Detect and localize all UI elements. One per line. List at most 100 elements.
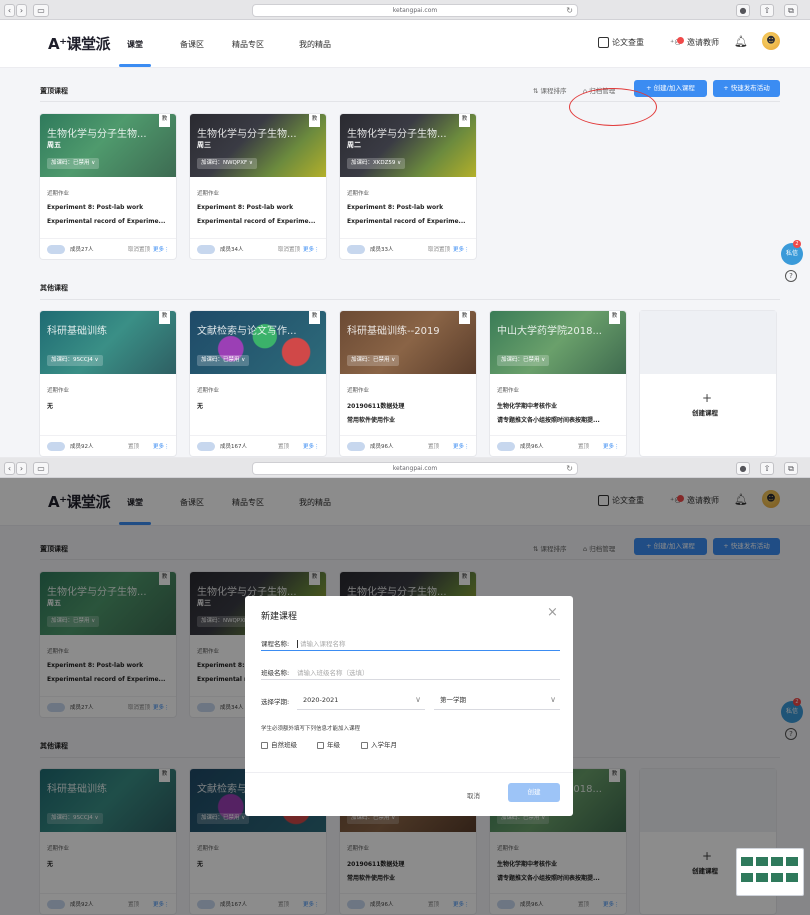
- member-count[interactable]: 成员34人: [220, 245, 244, 253]
- more-button[interactable]: 更多⋮: [303, 245, 320, 253]
- course-code-dropdown[interactable]: 加课码：已禁用 ∨: [347, 355, 400, 366]
- sort-courses-button[interactable]: ⇅ 课程排序: [533, 85, 567, 95]
- unpin-button[interactable]: 取消置顶: [428, 245, 450, 253]
- class-name-input[interactable]: 请输入班级名称（选填）: [297, 667, 369, 677]
- create-course-card[interactable]: + 创建课程: [640, 311, 776, 456]
- forward-button[interactable]: ›: [16, 4, 27, 17]
- homework-item[interactable]: 请专题推文各小组按照时间表按期提...: [497, 415, 621, 424]
- member-avatars: [347, 442, 365, 451]
- course-card[interactable]: 文献检索与论文写作... 加课码：已禁用 ∨ 教 近期作业 无 成员167人 置…: [190, 311, 326, 456]
- homework-item[interactable]: 20190611数据处理: [347, 401, 404, 410]
- course-code-dropdown[interactable]: 加课码：已禁用 ∨: [47, 158, 100, 169]
- member-avatars: [497, 442, 515, 451]
- homework-item[interactable]: Experiment 8: Post-lab work: [47, 204, 143, 211]
- course-card[interactable]: 生物化学与分子生物... 周五 加课码：已禁用 ∨ 教 近期作业 Experim…: [40, 114, 176, 259]
- cancel-button[interactable]: 取消: [467, 790, 480, 800]
- more-button[interactable]: 更多⋮: [453, 442, 470, 450]
- forward-button[interactable]: ›: [16, 462, 27, 475]
- member-count[interactable]: 成员167人: [220, 442, 247, 450]
- nav-item-classroom[interactable]: 课堂: [127, 39, 143, 50]
- course-code-dropdown[interactable]: 加课码：已禁用 ∨: [497, 355, 550, 366]
- sidebar-toggle-button[interactable]: ▭: [33, 462, 49, 475]
- more-button[interactable]: 更多⋮: [603, 442, 620, 450]
- homework-item[interactable]: Experimental record of Experime...: [197, 218, 321, 225]
- course-name-input[interactable]: 请输入课程名称: [297, 638, 346, 648]
- pin-button[interactable]: 置顶: [278, 442, 289, 450]
- homework-item[interactable]: 无: [197, 401, 203, 410]
- quick-publish-button[interactable]: + 快速发布活动: [713, 80, 780, 97]
- course-card[interactable]: 生物化学与分子生物... 周二 加课码：XKDZ59 ∨ 教 近期作业 Expe…: [340, 114, 476, 259]
- checkbox-enroll-date[interactable]: 入学年月: [361, 739, 397, 749]
- more-button[interactable]: 更多⋮: [153, 442, 170, 450]
- unpin-button[interactable]: 取消置顶: [128, 245, 150, 253]
- course-card[interactable]: 生物化学与分子生物... 周三 加课码：NWQPXF ∨ 教 近期作业 Expe…: [190, 114, 326, 259]
- tabs-icon[interactable]: ⧉: [784, 4, 798, 17]
- site-logo[interactable]: A⁺课堂派: [48, 33, 111, 54]
- recent-homework-label: 近期作业: [347, 388, 370, 394]
- nav-item-premium[interactable]: 精品专区: [232, 39, 264, 50]
- member-count[interactable]: 成员27人: [70, 245, 94, 253]
- role-badge: 教: [459, 311, 470, 324]
- download-icon[interactable]: ●: [736, 4, 750, 17]
- reload-icon[interactable]: ↻: [566, 5, 573, 16]
- course-code-dropdown[interactable]: 加课码：已禁用 ∨: [197, 355, 250, 366]
- bell-icon[interactable]: 🔔︎: [734, 35, 748, 48]
- sidebar-toggle-button[interactable]: ▭: [33, 4, 49, 17]
- close-icon[interactable]: ×: [547, 605, 558, 620]
- semester-select[interactable]: 第一学期 ∨: [434, 693, 560, 710]
- member-count[interactable]: 成员96人: [520, 442, 544, 450]
- share-icon[interactable]: ⇧: [760, 462, 774, 475]
- year-select[interactable]: 2020-2021 ∨: [297, 693, 425, 710]
- address-bar[interactable]: ketangpai.com ↻: [252, 4, 578, 17]
- more-button[interactable]: 更多⋮: [303, 442, 320, 450]
- share-icon[interactable]: ⇧: [760, 4, 774, 17]
- checkbox-grade[interactable]: 年级: [317, 739, 340, 749]
- class-name-underline: [261, 679, 560, 680]
- homework-item[interactable]: 生物化学期中考核作业: [497, 401, 557, 410]
- screenshot-thumbnail[interactable]: [736, 848, 804, 896]
- course-code-dropdown[interactable]: 加课码：9SCCJ4 ∨: [47, 355, 103, 366]
- member-count[interactable]: 成员92人: [70, 442, 94, 450]
- nav-active-indicator: [119, 64, 151, 67]
- address-bar[interactable]: ketangpai.com ↻: [252, 462, 578, 475]
- homework-item[interactable]: Experimental record of Experime...: [47, 218, 171, 225]
- sort-label: 课程排序: [540, 87, 567, 95]
- unpin-button[interactable]: 取消置顶: [278, 245, 300, 253]
- year-value: 2020-2021: [303, 696, 339, 704]
- more-button[interactable]: 更多⋮: [453, 245, 470, 253]
- paper-check-link[interactable]: 论文查重: [598, 37, 644, 48]
- create-button[interactable]: 创建: [508, 783, 560, 802]
- reload-icon[interactable]: ↻: [566, 463, 573, 474]
- member-count[interactable]: 成员96人: [370, 442, 394, 450]
- course-title: 生物化学与分子生物...: [197, 129, 297, 140]
- checkbox-natural-class[interactable]: 自然班级: [261, 739, 297, 749]
- homework-item[interactable]: 常用软件使用作业: [347, 415, 471, 424]
- text-caret: [297, 640, 298, 648]
- pin-button[interactable]: 置顶: [428, 442, 439, 450]
- nav-item-my-premium[interactable]: 我的精品: [299, 39, 331, 50]
- course-code-dropdown[interactable]: 加课码：NWQPXF ∨: [197, 158, 257, 169]
- nav-item-prep[interactable]: 备课区: [180, 39, 204, 50]
- pin-button[interactable]: 置顶: [578, 442, 589, 450]
- more-button[interactable]: 更多⋮: [153, 245, 170, 253]
- homework-item[interactable]: Experiment 8: Post-lab work: [347, 204, 443, 211]
- avatar[interactable]: ☻: [762, 32, 780, 50]
- pin-button[interactable]: 置顶: [128, 442, 139, 450]
- back-button[interactable]: ‹: [4, 462, 15, 475]
- homework-item[interactable]: Experimental record of Experime...: [347, 218, 471, 225]
- course-card[interactable]: 中山大学药学院2018... 加课码：已禁用 ∨ 教 近期作业 生物化学期中考核…: [490, 311, 626, 456]
- help-icon[interactable]: ?: [785, 270, 797, 282]
- tabs-icon[interactable]: ⧉: [784, 462, 798, 475]
- course-card[interactable]: 科研基础训练--2019 加课码：已禁用 ∨ 教 近期作业 20190611数据…: [340, 311, 476, 456]
- download-icon[interactable]: ●: [736, 462, 750, 475]
- course-card[interactable]: 科研基础训练 加课码：9SCCJ4 ∨ 教 近期作业 无 成员92人 置顶 更多…: [40, 311, 176, 456]
- pinned-section-title: 置顶课程: [40, 87, 68, 95]
- back-button[interactable]: ‹: [4, 4, 15, 17]
- homework-item[interactable]: Experiment 8: Post-lab work: [197, 204, 293, 211]
- homework-item[interactable]: 无: [47, 401, 53, 410]
- member-count[interactable]: 成员33人: [370, 245, 394, 253]
- course-code-dropdown[interactable]: 加课码：XKDZ59 ∨: [347, 158, 406, 169]
- invite-teacher-link[interactable]: ⁺⚇ 邀请教师: [670, 37, 719, 48]
- chevron-down-icon: ∨: [415, 695, 421, 704]
- screenshot-panel-main: ‹ › ▭ ketangpai.com ↻ ● ⇧ ⧉ A⁺课堂派 课堂 备课区…: [0, 0, 810, 457]
